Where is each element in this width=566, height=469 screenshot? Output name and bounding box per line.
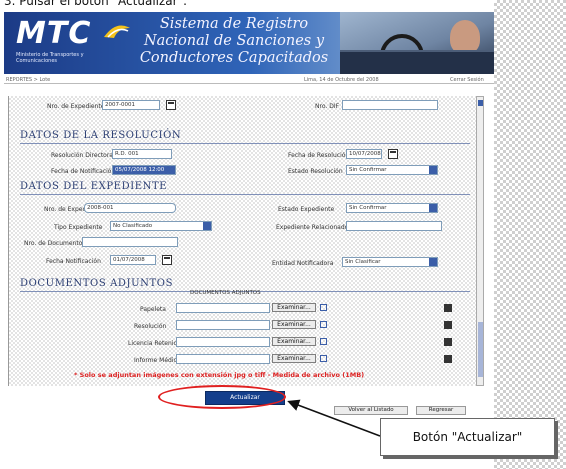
callout-arrow (287, 399, 381, 437)
callout-box: Botón "Actualizar" (380, 418, 555, 456)
